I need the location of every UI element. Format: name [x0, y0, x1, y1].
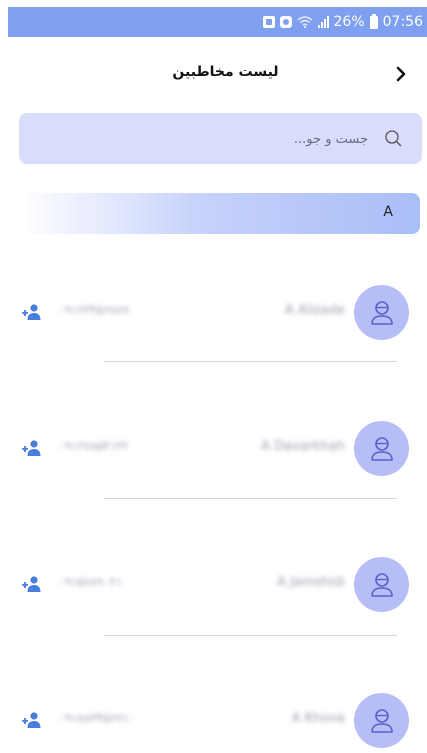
contact-row[interactable]: A Davarkhah ۰۹۱۲۷۸۵۴۱۳۲: [0, 421, 427, 481]
search-icon[interactable]: [384, 129, 402, 147]
contact-row[interactable]: A Jamshidi ۰۹۱۵۶۸۹۰۲۱: [0, 557, 427, 617]
contact-phone: ۰۹۱۵۶۸۹۰۲۱: [58, 575, 123, 589]
battery-icon: [369, 13, 378, 29]
divider: [104, 361, 397, 362]
contact-phone: ۰۹۱۸۸۳۴۵۶۷۱۰: [58, 711, 136, 725]
add-contact-icon[interactable]: [20, 303, 42, 321]
notification-icon: [279, 16, 292, 28]
chevron-right-icon: [396, 66, 406, 82]
avatar[interactable]: [354, 421, 409, 476]
user-icon: [370, 300, 393, 325]
user-icon: [370, 708, 393, 733]
avatar[interactable]: [354, 557, 409, 612]
page-title-wrap: لیست مخاطبین: [0, 64, 427, 80]
add-contact-icon[interactable]: [20, 575, 42, 593]
contact-phone: ۰۹۱۲۷۸۵۴۱۳۲: [58, 439, 129, 453]
user-icon: [370, 436, 393, 461]
contact-phone: ۰۹۱۲۳۴۵۶۷۸۹: [58, 303, 129, 317]
wifi-icon: [297, 16, 312, 28]
divider: [104, 635, 397, 636]
contact-name: A Jamshidi: [277, 575, 345, 590]
section-header: A: [19, 193, 420, 234]
clock: 07:56: [382, 14, 423, 30]
contact-row[interactable]: A Khova ۰۹۱۸۸۳۴۵۶۷۱۰: [0, 693, 427, 753]
contact-row[interactable]: A Alizade ۰۹۱۲۳۴۵۶۷۸۹: [0, 285, 427, 345]
add-contact-icon[interactable]: [20, 439, 42, 457]
add-contact-icon[interactable]: [20, 711, 42, 729]
contact-name: A Davarkhah: [261, 439, 345, 454]
signal-icon: [317, 16, 329, 28]
gallery-icon: [262, 16, 275, 28]
contact-name: A Khova: [291, 711, 345, 726]
section-letter: A: [383, 204, 393, 220]
contact-name: A Alizade: [284, 303, 345, 318]
app-header: لیست مخاطبین: [0, 50, 427, 100]
back-button[interactable]: [389, 60, 413, 88]
battery-percent: 26%: [333, 14, 365, 30]
user-icon: [370, 572, 393, 597]
search-input[interactable]: [66, 113, 370, 166]
page-title: لیست مخاطبین: [172, 64, 279, 80]
search-box: [19, 113, 422, 166]
avatar[interactable]: [354, 693, 409, 748]
avatar[interactable]: [354, 285, 409, 340]
divider: [104, 498, 397, 499]
status-bar: 26% 07:56: [8, 7, 427, 37]
